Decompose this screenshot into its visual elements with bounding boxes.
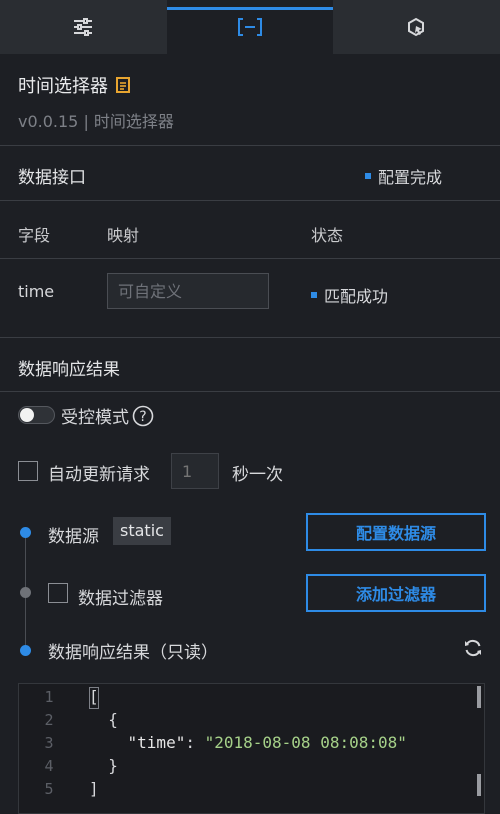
divider xyxy=(0,145,500,146)
scrollbar-top[interactable] xyxy=(477,686,481,708)
tab-interaction[interactable] xyxy=(333,0,500,54)
tab-data[interactable] xyxy=(166,0,334,54)
controlled-mode-label: 受控模式 ? xyxy=(61,403,154,428)
column-header-field: 字段 xyxy=(18,226,51,245)
divider xyxy=(0,258,500,259)
divider xyxy=(0,200,500,201)
auto-update-label: 自动更新请求 xyxy=(48,465,150,485)
add-filter-button[interactable]: 添加过滤器 xyxy=(306,574,486,612)
refresh-icon[interactable] xyxy=(463,638,483,662)
interval-unit-label: 秒一次 xyxy=(232,465,283,485)
scrollbar-bottom[interactable] xyxy=(477,774,481,796)
column-header-mapping: 映射 xyxy=(107,226,140,245)
mapping-input-time[interactable] xyxy=(107,273,269,309)
data-bracket-icon xyxy=(237,18,262,36)
auto-update-checkbox[interactable] xyxy=(18,461,38,481)
controlled-mode-toggle[interactable] xyxy=(18,406,55,424)
datasource-type-badge: static xyxy=(113,517,171,545)
code-line: "time": "2018-08-08 08:08:08" xyxy=(89,733,407,752)
line-number: 2 xyxy=(44,711,54,729)
timeline-dot-datasource xyxy=(20,527,31,538)
configure-datasource-button[interactable]: 配置数据源 xyxy=(306,513,486,551)
tab-style[interactable] xyxy=(0,0,167,54)
update-interval-input[interactable] xyxy=(171,453,219,489)
field-time: time xyxy=(18,282,55,301)
filter-checkbox[interactable] xyxy=(48,583,68,603)
json-separator: : xyxy=(185,733,205,752)
document-icon[interactable] xyxy=(116,77,130,93)
toggle-knob xyxy=(20,408,34,422)
filter-label: 数据过滤器 xyxy=(78,589,163,609)
component-version: v0.0.15 | 时间选择器 xyxy=(18,112,174,131)
config-status-text: 配置完成 xyxy=(378,168,443,187)
svg-text:?: ? xyxy=(139,409,146,425)
response-title: 数据响应结果 xyxy=(18,360,120,380)
divider xyxy=(0,337,500,338)
json-key: "time" xyxy=(127,733,186,752)
timeline-dot-filter xyxy=(20,587,31,598)
line-number: 5 xyxy=(44,780,54,798)
code-line: ] xyxy=(89,779,99,798)
code-line: [ xyxy=(89,687,99,706)
component-title: 时间选择器 xyxy=(18,72,482,98)
divider xyxy=(0,391,500,392)
json-string-value: "2018-08-08 08:08:08" xyxy=(204,733,407,752)
code-line: { xyxy=(89,710,118,729)
timeline-dot-result xyxy=(20,645,31,656)
status-dot xyxy=(365,173,371,179)
status-dot xyxy=(311,292,317,298)
sliders-icon xyxy=(74,18,93,36)
match-status: 匹配成功 xyxy=(311,283,388,307)
panel-tabs xyxy=(0,0,500,54)
column-header-status: 状态 xyxy=(311,226,344,245)
line-number: 3 xyxy=(44,734,54,752)
result-label: 数据响应结果（只读） xyxy=(48,643,218,663)
datasource-label: 数据源 xyxy=(48,527,99,547)
config-status: 配置完成 xyxy=(365,164,442,188)
code-line: } xyxy=(89,756,118,775)
controlled-mode-text: 受控模式 xyxy=(61,408,129,428)
line-number: 1 xyxy=(44,688,54,706)
data-interface-title: 数据接口 xyxy=(18,168,86,188)
line-number: 4 xyxy=(44,757,54,775)
component-header: 时间选择器 v0.0.15 | 时间选择器 xyxy=(0,54,500,146)
response-code-viewer[interactable]: 1 2 3 4 5 [ { "time": "2018-08-08 08:08:… xyxy=(18,683,485,814)
match-status-text: 匹配成功 xyxy=(324,287,389,306)
help-icon[interactable]: ? xyxy=(132,405,154,427)
component-title-text: 时间选择器 xyxy=(18,76,108,97)
interaction-icon xyxy=(408,17,425,37)
